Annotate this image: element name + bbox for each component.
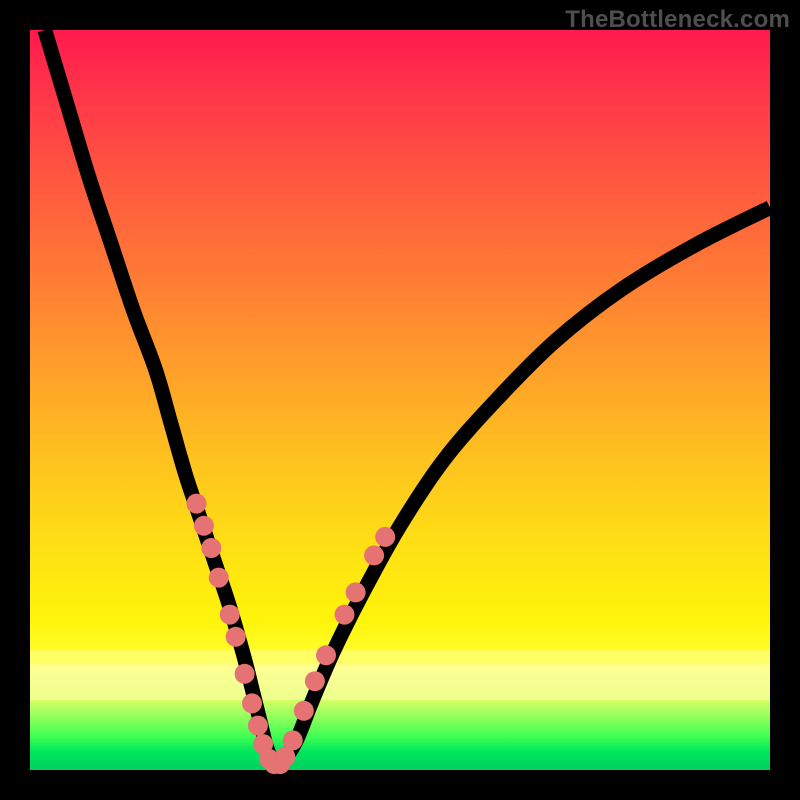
marker-dot (294, 701, 314, 721)
plot-area (30, 30, 770, 770)
markers-group (187, 494, 396, 774)
watermark-text: TheBottleneck.com (565, 6, 790, 34)
marker-dot (235, 664, 255, 684)
marker-dot (187, 494, 207, 514)
marker-dot (242, 693, 262, 713)
marker-dot (364, 545, 384, 565)
marker-dot (209, 568, 229, 588)
marker-dot (305, 671, 325, 691)
marker-dot (220, 605, 240, 625)
marker-dot (201, 538, 221, 558)
marker-dot (335, 605, 355, 625)
marker-dot (346, 582, 366, 602)
marker-dot (316, 645, 336, 665)
chart-frame: TheBottleneck.com (0, 0, 800, 800)
marker-dot (194, 516, 214, 536)
marker-dot (283, 730, 303, 750)
bottleneck-curve (45, 30, 770, 765)
chart-svg (30, 30, 770, 770)
marker-dot (248, 716, 268, 736)
marker-dot (375, 527, 395, 547)
marker-dot (226, 627, 246, 647)
